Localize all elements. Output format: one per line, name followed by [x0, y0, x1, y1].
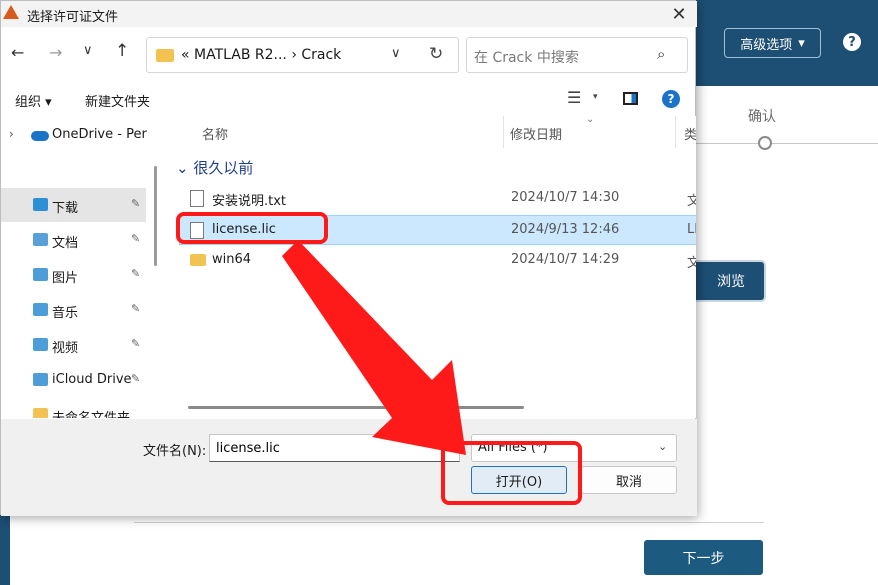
documents-folder-icon — [33, 233, 48, 246]
pictures-folder-icon — [33, 268, 48, 281]
back-arrow-icon[interactable]: ← — [11, 43, 24, 62]
folder-icon — [156, 49, 174, 62]
filename-label: 文件名(N): — [143, 444, 207, 459]
dialog-bottom-bar: 文件名(N): All Files (*) ⌄ 打开(O) 取消 — [1, 419, 697, 516]
address-bar[interactable]: « MATLAB R2... › Crack ∨ ↻ — [146, 37, 459, 73]
footer-divider — [134, 522, 764, 523]
step-indicator-dot — [758, 136, 772, 150]
cancel-button[interactable]: 取消 — [581, 466, 677, 494]
file-date: 2024/9/13 12:46 — [511, 222, 620, 237]
view-dropdown-arrow-icon[interactable]: ▾ — [593, 92, 598, 102]
folder-icon — [190, 254, 206, 266]
sidebar-item-documents[interactable]: 文档 ✎ — [1, 223, 146, 257]
table-row[interactable]: win64 2024/10/7 14:29 文 — [180, 246, 696, 274]
pin-icon[interactable]: ✎ — [131, 302, 140, 315]
search-placeholder: 在 Crack 中搜索 — [474, 50, 579, 66]
horizontal-scrollbar[interactable] — [188, 406, 524, 409]
cloud-icon — [31, 131, 49, 141]
icloud-folder-icon — [33, 373, 48, 386]
pin-icon[interactable]: ✎ — [131, 267, 140, 280]
file-open-dialog: 选择许可证文件 ✕ ← → ∨ ↑ « MATLAB R2... › Crack… — [0, 0, 697, 516]
advanced-options-button[interactable]: 高级选项 ▾ — [724, 28, 821, 58]
text-file-icon — [190, 190, 204, 207]
column-header-date[interactable]: 修改日期 — [510, 124, 562, 143]
file-type: LI — [687, 222, 696, 237]
pin-icon[interactable]: ✎ — [131, 372, 140, 385]
videos-folder-icon — [33, 338, 48, 351]
chevron-down-icon: ⌄ — [176, 159, 194, 177]
step-progress-line — [695, 143, 878, 144]
pin-icon[interactable]: ✎ — [131, 337, 140, 350]
advanced-options-label: 高级选项 — [740, 37, 793, 53]
sidebar-item-music[interactable]: 音乐 ✎ — [1, 293, 146, 327]
sidebar-item-label: 下载 — [52, 201, 79, 216]
up-arrow-icon[interactable]: ↑ — [115, 41, 129, 61]
organize-menu-button[interactable]: 组织 ▾ — [15, 91, 52, 110]
column-divider[interactable] — [503, 116, 504, 148]
column-header-name[interactable]: 名称 — [202, 124, 228, 143]
search-input[interactable]: 在 Crack 中搜索 ⌕ — [466, 37, 688, 73]
view-options-icon[interactable]: ☰ — [567, 88, 581, 107]
annotation-highlight-license — [176, 212, 328, 244]
refresh-icon[interactable]: ↻ — [429, 44, 443, 64]
group-header-label: 很久以前 — [193, 159, 254, 177]
forward-arrow-icon[interactable]: → — [49, 43, 62, 62]
sidebar-item-label: 文档 — [52, 236, 79, 251]
sidebar-item-downloads[interactable]: 下载 ✎ — [1, 188, 146, 222]
search-icon[interactable]: ⌕ — [657, 45, 665, 63]
chevron-down-icon: ⌄ — [658, 440, 668, 453]
address-path[interactable]: « MATLAB R2... › Crack — [181, 47, 341, 63]
dialog-title: 选择许可证文件 — [27, 10, 119, 25]
sidebar-item-onedrive[interactable]: › OneDrive - Per — [1, 118, 147, 152]
help-icon[interactable]: ? — [843, 33, 861, 51]
sort-caret-icon: ⌄ — [586, 116, 595, 125]
file-type: 文 — [687, 256, 696, 271]
file-type: 文 — [687, 194, 696, 209]
dialog-help-icon[interactable]: ? — [662, 90, 680, 108]
close-icon[interactable]: ✕ — [665, 1, 693, 27]
file-date: 2024/10/7 14:30 — [511, 190, 620, 205]
file-name: win64 — [212, 252, 252, 267]
preview-pane-icon[interactable] — [623, 92, 638, 105]
music-folder-icon — [33, 303, 48, 316]
column-divider[interactable] — [675, 116, 676, 148]
sidebar-item-label: 未命名文件夹 — [52, 407, 130, 418]
table-row[interactable]: 安装说明.txt 2024/10/7 14:30 文 — [180, 184, 696, 212]
folder-icon — [33, 408, 48, 418]
sidebar-item-videos[interactable]: 视频 ✎ — [1, 328, 146, 362]
sidebar-item-pictures[interactable]: 图片 ✎ — [1, 258, 146, 292]
sidebar-item-unnamed-folder[interactable]: 未命名文件夹 — [1, 398, 146, 418]
file-name: 安装说明.txt — [212, 194, 287, 209]
caret-down-icon: ▾ — [798, 35, 805, 51]
sidebar-item-label: OneDrive - Per — [52, 127, 147, 142]
sidebar-item-icloud-drive[interactable]: iCloud Drive ✎ — [1, 363, 146, 397]
sidebar-item-label: 图片 — [52, 271, 79, 286]
step-confirm-label: 确认 — [748, 109, 776, 125]
next-button[interactable]: 下一步 — [644, 540, 763, 575]
new-folder-button[interactable]: 新建文件夹 — [85, 91, 150, 110]
filename-input[interactable] — [209, 434, 460, 462]
file-date: 2024/10/7 14:29 — [511, 252, 620, 267]
nav-pane-scrollbar[interactable] — [154, 166, 157, 266]
matlab-logo-icon — [3, 5, 19, 19]
pin-icon[interactable]: ✎ — [131, 197, 140, 210]
pin-icon[interactable]: ✎ — [131, 232, 140, 245]
sidebar-item-label: 视频 — [52, 341, 79, 356]
column-header-type[interactable]: 类 — [684, 124, 696, 143]
expand-chevron-icon[interactable]: › — [9, 127, 14, 141]
sidebar-item-label: 音乐 — [52, 306, 79, 321]
file-list: ⌄ 名称 修改日期 类 ⌄ 很久以前 安装说明.txt 2024/10/7 14… — [166, 116, 696, 418]
navigation-pane: › OneDrive - Per 下载 ✎ 文档 ✎ 图片 ✎ 音乐 ✎ 视频 … — [1, 116, 163, 418]
download-folder-icon — [33, 198, 48, 211]
address-history-chevron-icon[interactable]: ∨ — [391, 46, 401, 61]
recent-locations-chevron-icon[interactable]: ∨ — [83, 43, 93, 58]
group-header[interactable]: ⌄ 很久以前 — [176, 157, 253, 178]
annotation-highlight-open — [441, 441, 582, 505]
sidebar-item-label: iCloud Drive — [52, 372, 132, 387]
dialog-titlebar[interactable]: 选择许可证文件 ✕ — [1, 1, 697, 27]
